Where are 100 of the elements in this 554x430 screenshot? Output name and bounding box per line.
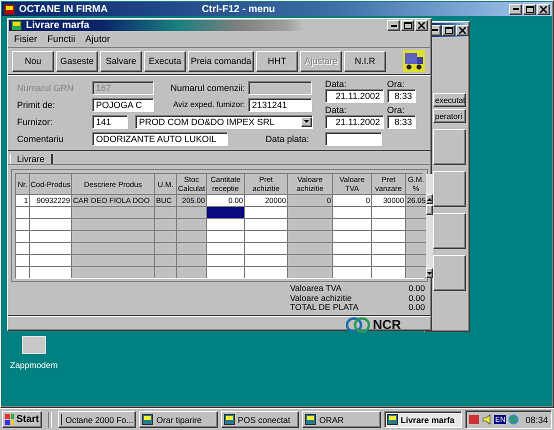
desktop-icon[interactable] — [22, 336, 46, 354]
table-cell[interactable] — [288, 267, 332, 278]
table-cell[interactable] — [245, 219, 287, 230]
table-cell[interactable] — [30, 255, 71, 266]
scroll-thumb[interactable] — [426, 205, 433, 215]
table-cell[interactable] — [207, 219, 244, 230]
time-field[interactable]: 8:33 — [387, 115, 416, 129]
table-cell[interactable] — [333, 243, 371, 254]
globe-icon[interactable] — [508, 414, 520, 425]
blank-button[interactable] — [433, 129, 466, 165]
table-cell[interactable] — [372, 243, 405, 254]
notice-field[interactable]: 2131241 — [248, 98, 312, 112]
date-field[interactable]: 21.11.2002 — [325, 89, 384, 103]
close-button[interactable] — [456, 24, 469, 36]
table-cell[interactable] — [72, 243, 154, 254]
start-button[interactable]: Start — [2, 411, 42, 428]
menu-item[interactable]: Ajutor — [85, 34, 110, 45]
table-cell[interactable] — [288, 219, 332, 230]
table-cell[interactable] — [16, 207, 29, 218]
toolbar-button[interactable]: Salvare — [100, 50, 142, 72]
table-cell[interactable] — [207, 243, 244, 254]
maximize-button[interactable] — [442, 24, 455, 36]
taskbar-button[interactable]: ORAR — [302, 411, 381, 428]
table-cell[interactable] — [245, 207, 287, 218]
toolbar-button[interactable]: HHT — [256, 50, 298, 72]
maximize-button[interactable] — [401, 20, 414, 31]
date-field[interactable]: 21.11.2002 — [325, 115, 384, 129]
table-cell[interactable] — [16, 267, 29, 278]
table-cell[interactable] — [333, 255, 371, 266]
table-cell[interactable] — [333, 231, 371, 242]
table-cell[interactable] — [333, 219, 371, 230]
table-cell[interactable] — [406, 207, 426, 218]
table-cell[interactable] — [406, 255, 426, 266]
tab[interactable]: Livrare — [10, 154, 53, 164]
table-cell[interactable] — [72, 219, 154, 230]
toolbar-button[interactable]: N.I.R — [344, 50, 386, 72]
table-cell[interactable] — [177, 207, 206, 218]
table-cell[interactable] — [16, 219, 29, 230]
table-cell[interactable] — [372, 267, 405, 278]
table-cell[interactable] — [16, 231, 29, 242]
table-cell[interactable] — [207, 267, 244, 278]
blank-button[interactable] — [433, 255, 466, 291]
table-cell[interactable] — [155, 267, 176, 278]
received-by-field[interactable]: POJOGA C — [92, 98, 154, 112]
focused-cell[interactable] — [207, 207, 244, 218]
table-cell[interactable] — [30, 267, 71, 278]
table-cell[interactable] — [30, 231, 71, 242]
menu-item[interactable]: Functii — [47, 34, 76, 45]
table-cell[interactable] — [406, 243, 426, 254]
table-cell[interactable] — [155, 231, 176, 242]
table-cell[interactable] — [155, 219, 176, 230]
toolbar-button[interactable]: Executa — [144, 50, 186, 72]
table-cell[interactable] — [288, 243, 332, 254]
toolbar-button[interactable]: Nou — [12, 50, 54, 72]
table-cell[interactable] — [288, 207, 332, 218]
table-cell[interactable] — [333, 267, 371, 278]
table-cell[interactable] — [72, 231, 154, 242]
table-cell[interactable] — [155, 255, 176, 266]
desktop-icon-label[interactable]: Zappmodem — [10, 360, 58, 370]
maximize-button[interactable] — [523, 4, 536, 14]
table-cell[interactable] — [372, 207, 405, 218]
table-cell[interactable] — [30, 207, 71, 218]
blank-button[interactable] — [433, 171, 466, 207]
table-cell[interactable] — [16, 255, 29, 266]
table-cell[interactable] — [288, 255, 332, 266]
table-cell[interactable] — [406, 219, 426, 230]
table-cell[interactable] — [72, 255, 154, 266]
table-cell[interactable] — [288, 231, 332, 242]
supplier-code-field[interactable]: 141 — [92, 114, 128, 128]
table-cell[interactable] — [372, 219, 405, 230]
taskbar-button[interactable]: POS conectat — [220, 411, 300, 428]
table-cell[interactable] — [155, 243, 176, 254]
close-button[interactable] — [415, 20, 428, 31]
taskbar-button[interactable]: Octane 2000 Fo... — [58, 411, 136, 428]
table-cell[interactable] — [207, 231, 244, 242]
table-cell[interactable] — [72, 207, 154, 218]
toolbar-button[interactable]: Gaseste — [56, 50, 98, 72]
payment-date-field[interactable] — [325, 132, 382, 146]
table-cell[interactable] — [177, 267, 206, 278]
table-cell[interactable] — [245, 243, 287, 254]
table-cell[interactable] — [177, 255, 206, 266]
table-cell[interactable] — [155, 207, 176, 218]
minimize-button[interactable] — [387, 20, 400, 31]
table-cell[interactable] — [406, 231, 426, 242]
supplier-dropdown[interactable]: PROD COM DO&DO IMPEX SRL — [135, 114, 313, 128]
blank-button[interactable] — [433, 213, 466, 249]
table-cell[interactable] — [245, 255, 287, 266]
table-cell[interactable] — [245, 267, 287, 278]
table-cell[interactable] — [207, 255, 244, 266]
taskbar-button[interactable]: Livrare marfa — [384, 411, 462, 428]
minimize-button[interactable] — [509, 4, 522, 14]
table-cell[interactable] — [372, 255, 405, 266]
comment-field[interactable]: ODORIZANTE AUTO LUKOIL — [92, 132, 228, 146]
table-cell[interactable] — [406, 267, 426, 278]
table-cell[interactable] — [177, 231, 206, 242]
table-cell[interactable] — [177, 219, 206, 230]
close-button[interactable] — [537, 4, 550, 14]
table-cell[interactable] — [333, 207, 371, 218]
table-cell[interactable] — [245, 231, 287, 242]
time-field[interactable]: 8:33 — [387, 89, 416, 103]
